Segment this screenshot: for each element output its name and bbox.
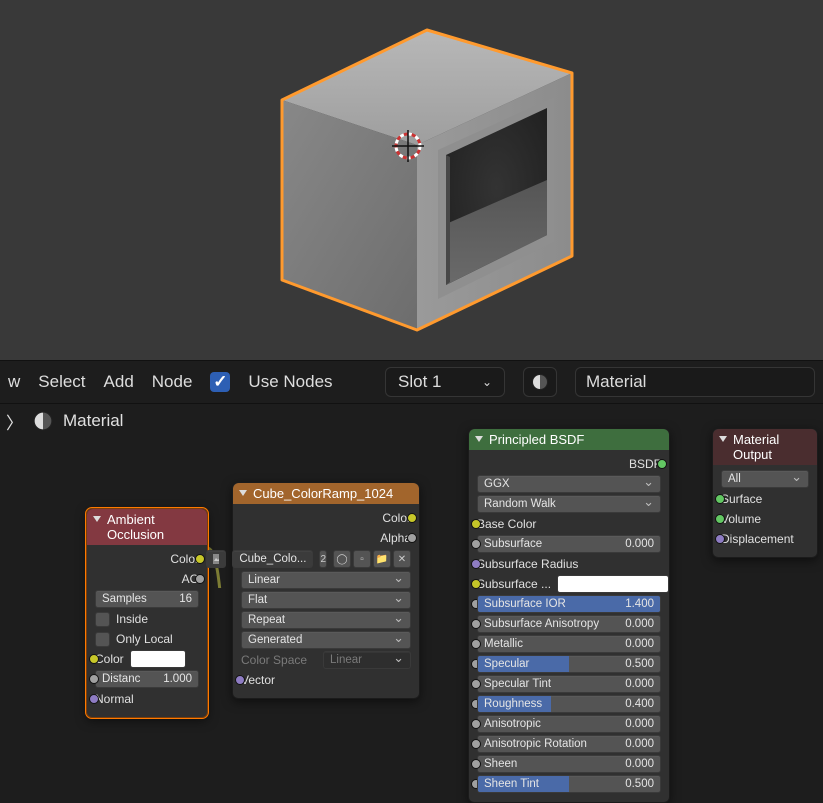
node-title[interactable]: Ambient Occlusion [87,509,207,545]
subsurface-field[interactable]: Subsurface0.000 [477,535,661,553]
slot-label: Slot 1 [398,372,441,392]
sss-method-dropdown[interactable]: Random Walk [477,495,661,513]
subsurf-color-swatch[interactable] [557,575,669,593]
projection-dropdown[interactable]: Flat [241,591,411,609]
node-material-output[interactable]: Material Output All Surface Volume Displ… [712,428,818,558]
node-title[interactable]: Material Output [713,429,817,465]
material-name-text: Material [586,372,646,392]
samples-field[interactable]: Samples16 [95,590,199,608]
cube-object [222,10,602,350]
sheen-field[interactable]: Sheen0.000 [477,755,661,773]
view-menu[interactable]: w [8,372,20,392]
new-image-button[interactable]: ▫ [353,550,371,568]
node-menu[interactable]: Node [152,372,193,392]
inside-label: Inside [116,612,148,626]
roughness-field[interactable]: Roughness0.400 [477,695,661,713]
material-name-field[interactable]: Material [575,367,815,397]
aniso-field[interactable]: Anisotropic0.000 [477,715,661,733]
image-users-button[interactable]: 2 [319,550,327,568]
use-nodes-checkbox[interactable]: ✓ [210,372,230,392]
input-normal-label: Normal [95,692,134,706]
color-space-dropdown: Linear [323,651,411,669]
add-menu[interactable]: Add [104,372,134,392]
source-dropdown[interactable]: Generated [241,631,411,649]
node-principled-bsdf[interactable]: Principled BSDF BSDF GGX Random Walk Bas… [468,428,670,803]
ss-ior-field[interactable]: Subsurface IOR1.400 [477,595,661,613]
input-vector-label: Vector [241,673,275,687]
input-subsurf-radius-label: Subsurface Radius [477,557,578,571]
input-color-label: Color [95,652,124,666]
node-ambient-occlusion[interactable]: Ambient Occlusion Color AO Samples16 Ins… [86,508,208,718]
color-space-label: Color Space [241,653,307,667]
only-local-checkbox[interactable] [95,632,110,647]
chevron-down-icon: ⌄ [482,375,492,389]
inside-checkbox[interactable] [95,612,110,627]
node-editor-header: w Select Add Node ✓ Use Nodes Slot 1 ⌄ M… [0,360,823,404]
unlink-image-button[interactable]: ✕ [393,550,411,568]
material-slot-selector[interactable]: Slot 1 ⌄ [385,367,505,397]
image-icon [213,554,219,564]
chevron-right-icon[interactable]: 〉 [6,409,23,434]
only-local-label: Only Local [116,632,173,646]
image-name-field[interactable]: Cube_Colo... [232,550,313,568]
select-menu[interactable]: Select [38,372,85,392]
material-sphere-icon [531,373,549,391]
aniso-rot-field[interactable]: Anisotropic Rotation0.000 [477,735,661,753]
node-image-texture[interactable]: Cube_ColorRamp_1024 Color Alpha Cube_Col… [232,482,420,699]
distance-field[interactable]: Distanc1.000 [95,670,199,688]
node-editor-canvas[interactable]: Ambient Occlusion Color AO Samples16 Ins… [0,438,823,748]
metallic-field[interactable]: Metallic0.000 [477,635,661,653]
specular-tint-field[interactable]: Specular Tint0.000 [477,675,661,693]
fake-user-button[interactable]: ◯ [333,550,351,568]
distribution-dropdown[interactable]: GGX [477,475,661,493]
sheen-tint-field[interactable]: Sheen Tint0.500 [477,775,661,793]
input-displacement-label: Displacement [721,532,794,546]
node-title[interactable]: Cube_ColorRamp_1024 [233,483,419,504]
target-dropdown[interactable]: All [721,470,809,488]
input-volume-label: Volume [721,512,761,526]
specular-field[interactable]: Specular0.500 [477,655,661,673]
node-title[interactable]: Principled BSDF [469,429,669,450]
open-image-button[interactable]: 📁 [373,550,391,568]
material-browse-button[interactable] [523,367,557,397]
node-path-breadcrumb: 〉 Material [0,404,823,438]
material-sphere-icon [33,411,53,431]
input-base-color-label: Base Color [477,517,536,531]
input-surface-label: Surface [721,492,762,506]
extension-dropdown[interactable]: Repeat [241,611,411,629]
input-subsurf-color-label: Subsurface ... [477,577,551,591]
image-browse-button[interactable] [206,550,226,568]
use-nodes-label: Use Nodes [248,372,332,392]
interp-dropdown[interactable]: Linear [241,571,411,589]
color-swatch[interactable] [130,650,186,668]
ss-aniso-field[interactable]: Subsurface Anisotropy0.000 [477,615,661,633]
viewport-3d[interactable] [0,0,823,360]
breadcrumb-material-label[interactable]: Material [63,411,123,431]
